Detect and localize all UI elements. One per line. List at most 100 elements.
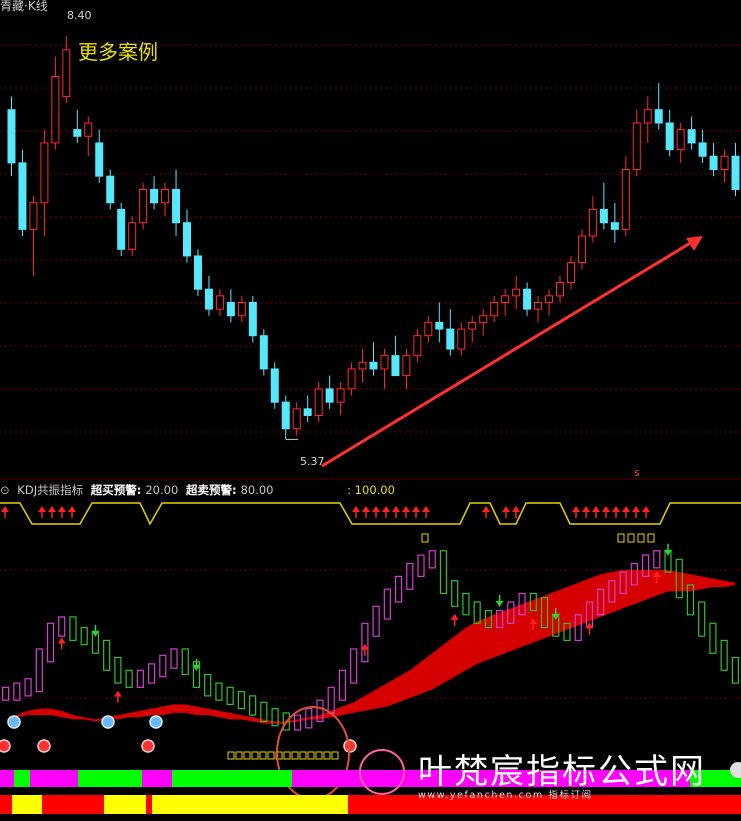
kdj-bar <box>439 550 448 595</box>
status-bar-lower <box>104 795 146 814</box>
kdj-bar <box>653 550 661 569</box>
yellow-box <box>259 751 267 760</box>
candle-body <box>545 295 554 303</box>
candle-body <box>534 301 543 310</box>
yellow-box <box>307 751 315 760</box>
kdj-bar <box>69 616 77 642</box>
blue-signal-ball <box>7 715 21 729</box>
blue-signal-ball <box>149 715 163 729</box>
blue-signal-ball <box>101 715 115 729</box>
candle-body <box>51 75 60 144</box>
kdj-bar <box>24 678 32 697</box>
chart-stage <box>0 36 741 814</box>
kdj-bar <box>350 648 358 684</box>
candle-body <box>303 408 312 416</box>
status-bar-upper <box>142 770 172 787</box>
signal-band-line <box>0 502 741 526</box>
kdj-bar <box>406 562 414 590</box>
candle-body <box>314 388 323 416</box>
oversold-value: 20.00 <box>145 483 179 497</box>
candle-body <box>731 155 740 190</box>
yellow-box <box>315 751 323 760</box>
kdj-bar <box>125 669 133 688</box>
kdj-bar <box>327 686 335 714</box>
candle-body <box>577 235 586 264</box>
status-bar-upper <box>14 770 30 787</box>
red-signal-ball <box>0 739 11 753</box>
red-signal-ball <box>141 739 155 753</box>
candle-body <box>18 162 27 230</box>
kdj-bar <box>338 669 347 701</box>
candle-body <box>512 288 521 297</box>
candle-body <box>139 188 148 224</box>
yellow-box <box>647 533 655 543</box>
yellow-box <box>637 533 645 543</box>
watermark-url: www.yefanchen.com 指标订阅 <box>418 790 593 801</box>
kdj-bar <box>417 554 425 577</box>
kdj-bar <box>260 701 268 723</box>
candle-body <box>621 169 630 230</box>
candle-body <box>347 368 356 390</box>
candle-body <box>643 109 652 124</box>
oversold-label: 超买预警: <box>90 483 142 497</box>
kdj-bar <box>181 648 189 676</box>
red-signal-ball <box>343 739 357 753</box>
candle-body <box>610 222 619 230</box>
candle-body <box>40 142 49 204</box>
candle-body <box>117 208 126 250</box>
kdj-bar <box>159 654 167 678</box>
candle-body <box>402 355 411 377</box>
kdj-bar <box>372 605 380 637</box>
kdj-bar <box>709 622 717 654</box>
candle-body <box>29 202 38 230</box>
yellow-box <box>291 751 299 760</box>
candle-body <box>720 155 729 171</box>
yellow-box <box>283 751 291 760</box>
yellow-box <box>421 533 429 543</box>
status-bar-upper <box>78 770 142 787</box>
candle-body <box>270 368 279 403</box>
kdj-bar <box>428 550 436 569</box>
candle-body <box>281 401 290 430</box>
kdj-bar <box>731 656 739 684</box>
candle-body <box>128 222 137 250</box>
candle-body <box>150 188 159 204</box>
kdj-bar <box>103 639 111 671</box>
candle-body <box>95 142 104 177</box>
indicator-name[interactable]: KDJ共振指标 <box>17 483 83 497</box>
yellow-box <box>299 751 307 760</box>
candle-body <box>73 129 82 137</box>
more-examples-link[interactable]: 更多案例 <box>78 36 158 65</box>
kdj-bar <box>394 575 403 603</box>
candle-body <box>413 335 422 357</box>
yellow-box <box>331 751 339 760</box>
candle-body <box>457 328 466 350</box>
kdj-bar <box>462 592 470 616</box>
candle-body <box>599 208 608 224</box>
status-bar-upper <box>30 770 78 787</box>
kdj-bar <box>361 622 369 663</box>
overbought-value: 80.00 <box>240 483 274 497</box>
kdj-bar <box>170 648 178 669</box>
candle-body <box>523 288 532 310</box>
yellow-box <box>243 751 251 760</box>
yellow-box <box>617 533 625 543</box>
candle-body <box>237 301 246 317</box>
overbought-label: 超卖预警: <box>185 483 237 497</box>
candle-body <box>687 129 696 144</box>
candle-body <box>325 388 334 403</box>
candle-body <box>215 295 224 310</box>
yellow-box <box>267 751 275 760</box>
kdj-bar <box>204 673 212 697</box>
candle-body <box>435 321 444 330</box>
kdj-bar <box>136 669 144 688</box>
candle-body <box>632 122 641 171</box>
candle-body <box>161 188 170 204</box>
kdj-bar <box>58 616 66 637</box>
kdj-bar <box>35 648 43 693</box>
indicator-toggle-icon[interactable]: ⊙ <box>0 483 10 497</box>
candle-body <box>172 188 181 224</box>
window-title: 青藏·K线 <box>0 0 48 13</box>
kdj-bar <box>473 601 481 624</box>
candle-body <box>654 109 663 124</box>
